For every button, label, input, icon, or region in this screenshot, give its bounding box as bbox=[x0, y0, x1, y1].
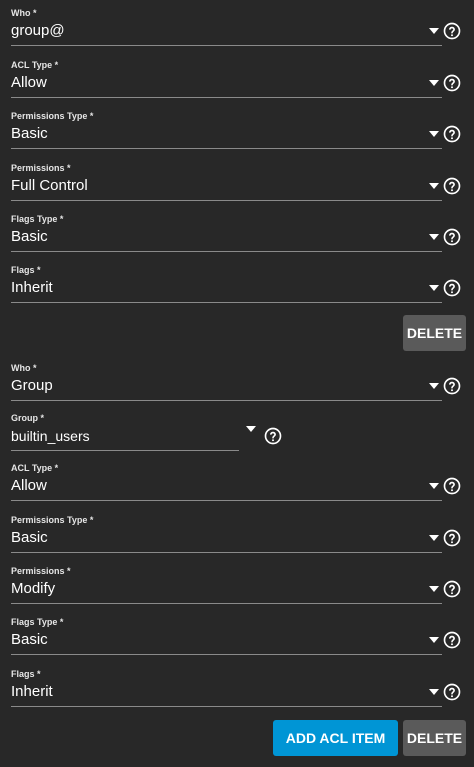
field-underline bbox=[11, 450, 239, 451]
help-icon[interactable] bbox=[443, 683, 461, 701]
flags-select[interactable]: Flags * Inherit bbox=[11, 668, 442, 707]
who-select[interactable]: Who * group@ bbox=[11, 7, 442, 46]
flags-value: Inherit bbox=[11, 279, 53, 296]
acl-type-select[interactable]: ACL Type * Allow bbox=[11, 59, 442, 98]
help-icon[interactable] bbox=[443, 74, 461, 92]
acl-type-value: Allow bbox=[11, 477, 47, 494]
field-underline bbox=[11, 706, 442, 707]
help-icon[interactable] bbox=[264, 427, 282, 445]
field-underline bbox=[11, 45, 442, 46]
chevron-down-icon[interactable] bbox=[429, 234, 439, 240]
help-icon[interactable] bbox=[443, 22, 461, 40]
permissions-select[interactable]: Permissions * Modify bbox=[11, 565, 442, 604]
acl-type-label: ACL Type * bbox=[11, 60, 59, 70]
chevron-down-icon[interactable] bbox=[429, 586, 439, 592]
field-underline bbox=[11, 200, 442, 201]
who-select[interactable]: Who * Group bbox=[11, 362, 442, 401]
permissions-type-select[interactable]: Permissions Type * Basic bbox=[11, 110, 442, 149]
permissions-label: Permissions * bbox=[11, 566, 71, 576]
permissions-value: Full Control bbox=[11, 177, 88, 194]
field-underline bbox=[11, 251, 442, 252]
field-underline bbox=[11, 148, 442, 149]
field-underline bbox=[11, 552, 442, 553]
flags-select[interactable]: Flags * Inherit bbox=[11, 264, 442, 303]
help-icon[interactable] bbox=[443, 177, 461, 195]
who-label: Who * bbox=[11, 8, 37, 18]
chevron-down-icon[interactable] bbox=[429, 689, 439, 695]
permissions-type-select[interactable]: Permissions Type * Basic bbox=[11, 514, 442, 553]
group-combobox[interactable]: Group * builtin_users bbox=[11, 412, 267, 451]
permissions-select[interactable]: Permissions * Full Control bbox=[11, 162, 442, 201]
who-value: group@ bbox=[11, 22, 65, 39]
delete-button[interactable]: DELETE bbox=[403, 720, 466, 756]
permissions-value: Modify bbox=[11, 580, 56, 597]
flags-label: Flags * bbox=[11, 265, 41, 275]
group-label: Group * bbox=[11, 413, 44, 423]
field-underline bbox=[11, 97, 442, 98]
help-icon[interactable] bbox=[443, 279, 461, 297]
permissions-type-label: Permissions Type * bbox=[11, 515, 94, 525]
acl-type-select[interactable]: ACL Type * Allow bbox=[11, 462, 442, 501]
chevron-down-icon[interactable] bbox=[246, 426, 256, 432]
delete-button[interactable]: DELETE bbox=[403, 315, 466, 351]
permissions-label: Permissions * bbox=[11, 163, 71, 173]
group-input-value: builtin_users bbox=[11, 428, 90, 444]
field-underline bbox=[11, 400, 442, 401]
chevron-down-icon[interactable] bbox=[429, 637, 439, 643]
help-icon[interactable] bbox=[443, 125, 461, 143]
acl-type-label: ACL Type * bbox=[11, 463, 59, 473]
flags-type-label: Flags Type * bbox=[11, 214, 64, 224]
acl-type-value: Allow bbox=[11, 74, 47, 91]
add-acl-item-button[interactable]: ADD ACL ITEM bbox=[273, 720, 398, 756]
chevron-down-icon[interactable] bbox=[429, 131, 439, 137]
who-value: Group bbox=[11, 377, 53, 394]
help-icon[interactable] bbox=[443, 580, 461, 598]
flags-type-value: Basic bbox=[11, 228, 48, 245]
help-icon[interactable] bbox=[443, 631, 461, 649]
flags-value: Inherit bbox=[11, 683, 53, 700]
permissions-type-value: Basic bbox=[11, 529, 48, 546]
chevron-down-icon[interactable] bbox=[429, 535, 439, 541]
help-icon[interactable] bbox=[443, 529, 461, 547]
chevron-down-icon[interactable] bbox=[429, 383, 439, 389]
chevron-down-icon[interactable] bbox=[429, 28, 439, 34]
chevron-down-icon[interactable] bbox=[429, 80, 439, 86]
help-icon[interactable] bbox=[443, 477, 461, 495]
chevron-down-icon[interactable] bbox=[429, 483, 439, 489]
help-icon[interactable] bbox=[443, 377, 461, 395]
field-underline bbox=[11, 500, 442, 501]
field-underline bbox=[11, 302, 442, 303]
chevron-down-icon[interactable] bbox=[429, 183, 439, 189]
flags-type-label: Flags Type * bbox=[11, 617, 64, 627]
flags-type-select[interactable]: Flags Type * Basic bbox=[11, 213, 442, 252]
field-underline bbox=[11, 654, 442, 655]
permissions-type-label: Permissions Type * bbox=[11, 111, 94, 121]
who-label: Who * bbox=[11, 363, 37, 373]
flags-label: Flags * bbox=[11, 669, 41, 679]
help-icon[interactable] bbox=[443, 228, 461, 246]
flags-type-value: Basic bbox=[11, 631, 48, 648]
flags-type-select[interactable]: Flags Type * Basic bbox=[11, 616, 442, 655]
chevron-down-icon[interactable] bbox=[429, 285, 439, 291]
field-underline bbox=[11, 603, 442, 604]
permissions-type-value: Basic bbox=[11, 125, 48, 142]
